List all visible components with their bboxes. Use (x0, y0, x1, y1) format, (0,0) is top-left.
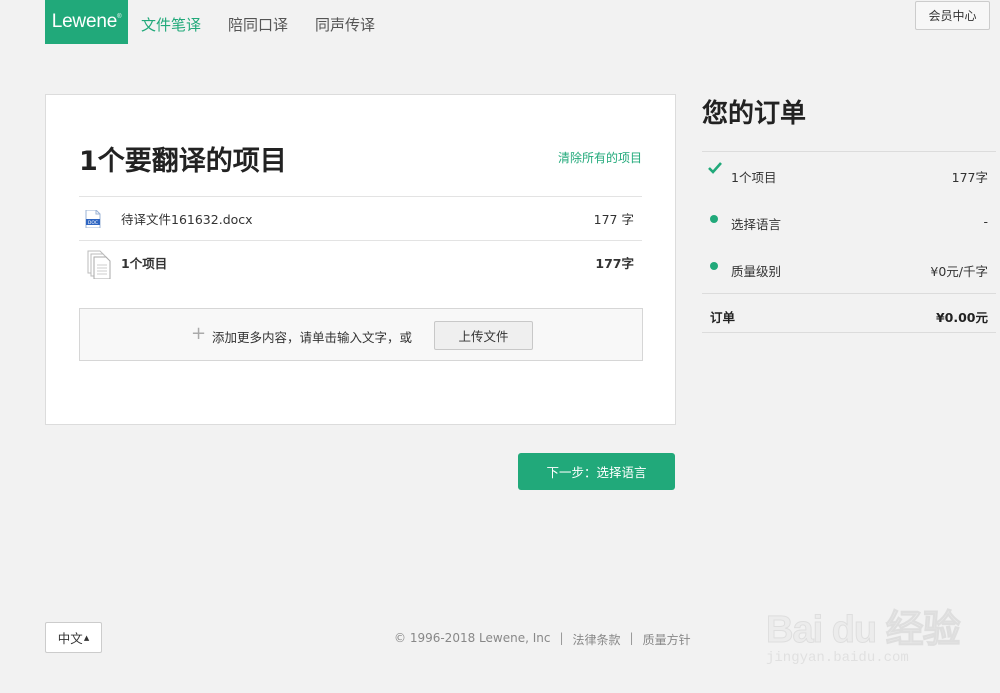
language-selector[interactable]: 中文 ▲ (45, 622, 102, 653)
brand-logo[interactable]: Lewene ® (45, 0, 128, 44)
order-item-projects: 1个项目 177字 (702, 152, 996, 199)
order-item-quality: 质量级别 ¥0元/千字 (702, 246, 996, 293)
quality-policy-link[interactable]: 质量方针 (643, 631, 691, 648)
order-item-language: 选择语言 - (702, 199, 996, 246)
project-card: 1个要翻译的项目 清除所有的项目 DOC 待译文件161632.docx 177… (45, 94, 676, 425)
footer-separator: | (629, 631, 634, 645)
add-content-box[interactable]: + 添加更多内容，请单击输入文字，或 上传文件 (79, 308, 643, 361)
order-total-label: 订单 (710, 310, 736, 325)
status-dot-icon (710, 215, 718, 223)
order-item-value: - (983, 214, 988, 229)
file-word-count: 177 字 (593, 212, 634, 227)
clear-all-link[interactable]: 清除所有的项目 (558, 149, 642, 166)
main-nav: 文件笔译 陪同口译 同声传译 (141, 14, 375, 35)
summary-label: 1个项目 (121, 256, 168, 271)
member-center-button[interactable]: 会员中心 (915, 1, 990, 30)
watermark-brand: Bai du 经验 (766, 609, 962, 652)
page-title: 1个要翻译的项目 (79, 146, 287, 177)
summary-row: 1个项目 177字 (79, 240, 642, 284)
files-stack-icon (86, 247, 114, 279)
order-item-label: 质量级别 (731, 264, 782, 279)
check-icon (708, 162, 722, 174)
plus-icon: + (191, 323, 207, 344)
footer-links: © 1996-2018 Lewene, Inc | 法律条款 | 质量方针 (394, 631, 691, 648)
language-label: 中文 (57, 631, 83, 646)
order-item-label: 1个项目 (731, 170, 777, 185)
footer-separator: | (559, 631, 564, 645)
baidu-watermark: Bai du 经验 jingyan.baidu.com (766, 590, 986, 680)
order-item-label: 选择语言 (731, 217, 782, 232)
nav-escort-interpreting[interactable]: 陪同口译 (228, 14, 288, 35)
summary-word-count: 177字 (595, 256, 634, 271)
terms-link[interactable]: 法律条款 (573, 631, 621, 648)
nav-document-translation[interactable]: 文件笔译 (141, 14, 201, 35)
logo-text: Lewene (51, 11, 118, 32)
add-content-text[interactable]: 添加更多内容，请单击输入文字，或 (212, 327, 412, 346)
status-dot-icon (710, 262, 718, 270)
nav-simultaneous-interpreting[interactable]: 同声传译 (315, 14, 375, 35)
file-row: DOC 待译文件161632.docx 177 字 (79, 196, 642, 240)
copyright-text: © 1996-2018 Lewene, Inc (394, 631, 551, 645)
order-item-value: ¥0元/千字 (930, 264, 988, 279)
order-summary: 1个项目 177字 选择语言 - 质量级别 ¥0元/千字 订单 ¥0.00元 (702, 151, 996, 333)
doc-file-icon: DOC (85, 209, 101, 228)
order-item-value: 177字 (951, 170, 988, 185)
file-name: 待译文件161632.docx (121, 212, 253, 227)
order-total-value: ¥0.00元 (935, 310, 988, 325)
order-total-row: 订单 ¥0.00元 (702, 293, 996, 333)
upload-file-button[interactable]: 上传文件 (434, 321, 533, 350)
watermark-url: jingyan.baidu.com (766, 650, 909, 666)
caret-up-icon: ▲ (83, 633, 90, 642)
next-step-button[interactable]: 下一步：选择语言 (518, 453, 675, 490)
registered-mark: ® (117, 14, 122, 20)
order-title: 您的订单 (702, 99, 807, 129)
svg-text:DOC: DOC (88, 220, 98, 226)
